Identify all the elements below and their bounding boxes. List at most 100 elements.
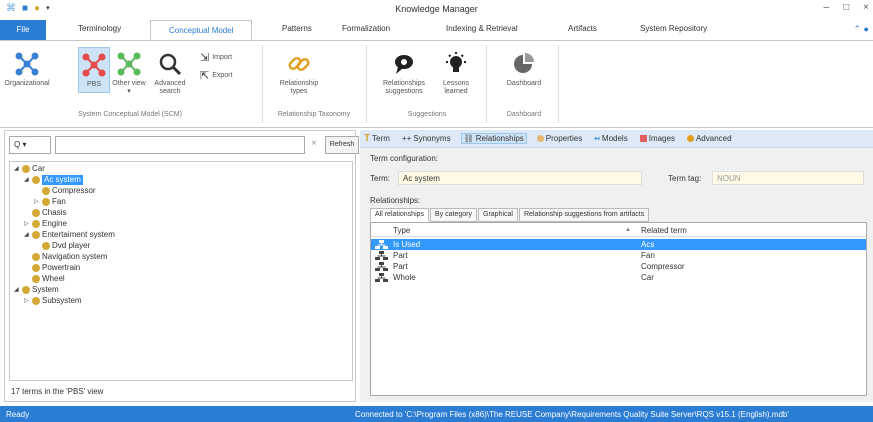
table-row[interactable]: Part Fan xyxy=(371,250,866,261)
tab-by-category[interactable]: By category xyxy=(430,208,477,222)
refresh-button[interactable]: Refresh xyxy=(325,136,359,154)
search-input[interactable] xyxy=(55,136,305,154)
ribbon-tabs: File Terminology Conceptual Model Patter… xyxy=(0,20,873,41)
expand-arrow-icon[interactable]: ◢ xyxy=(24,230,32,240)
relationship-icon xyxy=(375,273,388,282)
relationship-icon xyxy=(375,240,388,249)
tree-node-navigation-system[interactable]: Navigation system xyxy=(24,252,107,262)
table-row[interactable]: Is Used Acs xyxy=(371,239,866,250)
relationships-suggestions-button[interactable]: Relationships suggestions xyxy=(376,51,432,96)
clear-search-icon[interactable]: × xyxy=(311,138,317,149)
group-label-scm: System Conceptual Model (SCM) xyxy=(78,111,182,118)
lessons-learned-button[interactable]: Lessons learned xyxy=(438,51,474,96)
tab-synonyms[interactable]: ++ Synonyms xyxy=(400,134,453,143)
maximize-icon[interactable]: □ xyxy=(843,2,849,13)
lightbulb-icon xyxy=(446,52,466,72)
export-icon: ⇱ xyxy=(200,70,210,82)
expand-arrow-icon[interactable]: ◢ xyxy=(14,285,22,295)
expand-arrow-icon[interactable]: ◢ xyxy=(14,164,22,174)
expand-arrow-icon[interactable]: ▷ xyxy=(34,197,42,207)
row-type: Whole xyxy=(393,273,416,282)
row-type: Part xyxy=(393,251,408,260)
grid-header: Type ▲ Related term xyxy=(371,223,866,237)
tab-models[interactable]: ▪▪ Models xyxy=(592,134,629,143)
term-icon xyxy=(32,275,40,283)
tab-advanced[interactable]: Advanced xyxy=(685,134,734,143)
relationships-label: Relationships: xyxy=(370,196,421,205)
term-tag-field[interactable]: NOUN xyxy=(712,171,864,185)
window-title: Knowledge Manager xyxy=(395,4,478,14)
tree-node-car[interactable]: ◢ Car xyxy=(14,164,45,174)
window-controls: – □ × xyxy=(824,2,869,13)
tab-term[interactable]: T Term xyxy=(362,133,392,144)
minimize-icon[interactable]: – xyxy=(824,2,830,13)
tree-node-entertainment-system[interactable]: ◢ Entertaiment system xyxy=(24,230,115,240)
ribbon-collapse-icon[interactable]: ⌃ ● xyxy=(854,24,869,35)
table-row[interactable]: Whole Car xyxy=(371,272,866,283)
tab-properties[interactable]: Properties xyxy=(535,134,584,143)
expand-arrow-icon[interactable]: ▷ xyxy=(24,219,32,229)
dashboard-label: Dashboard xyxy=(506,80,542,87)
pbs-button[interactable]: PBS xyxy=(78,47,110,93)
pbs-icon xyxy=(82,53,106,77)
term-tabs: T Term ++ Synonyms ⛓ Relationships Prope… xyxy=(360,130,873,148)
tab-terminology[interactable]: Terminology xyxy=(78,24,121,33)
tree-node-system[interactable]: ◢ System xyxy=(14,285,59,295)
tree-node-subsystem[interactable]: ▷ Subsystem xyxy=(24,296,82,306)
tree-node-engine[interactable]: ▷ Engine xyxy=(24,219,67,229)
models-icon: ▪▪ xyxy=(594,134,600,143)
tab-relationship-suggestions[interactable]: Relationship suggestions from artifacts xyxy=(518,208,650,222)
tab-graphical[interactable]: Graphical xyxy=(478,208,518,222)
other-view-icon xyxy=(117,52,141,76)
column-related-term[interactable]: Related term xyxy=(641,226,687,235)
term-icon xyxy=(32,231,40,239)
row-related-term: Compressor xyxy=(641,262,685,271)
tree-node-powertrain[interactable]: Powertrain xyxy=(24,263,80,273)
tree-node-compressor[interactable]: Compressor xyxy=(34,186,96,196)
tab-file[interactable]: File xyxy=(0,20,46,40)
tree-node-chasis[interactable]: Chasis xyxy=(24,208,66,218)
relationships-suggestions-label: Relationships suggestions xyxy=(382,80,426,95)
term-field[interactable]: Ac system xyxy=(398,171,642,185)
tab-artifacts[interactable]: Artifacts xyxy=(568,24,597,33)
close-icon[interactable]: × xyxy=(863,2,869,13)
tab-all-relationships[interactable]: All relationships xyxy=(370,208,430,222)
tab-patterns[interactable]: Patterns xyxy=(282,24,312,33)
tab-images[interactable]: Images xyxy=(638,134,677,143)
dashboard-button[interactable]: Dashboard xyxy=(496,51,552,88)
organizational-button[interactable]: Organizational xyxy=(2,51,52,88)
tab-formalization[interactable]: Formalization xyxy=(342,24,390,33)
images-icon xyxy=(639,135,647,142)
tab-system-repository[interactable]: System Repository xyxy=(640,24,707,33)
import-button[interactable]: ⇲ Import xyxy=(200,51,232,64)
expand-arrow-icon[interactable]: ◢ xyxy=(24,175,32,185)
term-detail-panel: T Term ++ Synonyms ⛓ Relationships Prope… xyxy=(360,130,873,402)
column-type[interactable]: Type xyxy=(393,226,410,235)
term-label: Term: xyxy=(370,174,390,183)
tree-node-ac-system[interactable]: ◢ Ac system xyxy=(24,175,83,185)
row-related-term: Acs xyxy=(641,240,655,249)
tree-node-fan[interactable]: ▷ Fan xyxy=(34,197,66,207)
organizational-label: Organizational xyxy=(4,80,50,87)
other-view-button[interactable]: Other view ▾ xyxy=(112,51,146,96)
tab-conceptual-model[interactable]: Conceptual Model xyxy=(150,20,253,41)
export-button[interactable]: ⇱ Export xyxy=(200,69,232,82)
tree-node-dvd-player[interactable]: Dvd player xyxy=(34,241,90,251)
pie-chart-icon xyxy=(514,53,534,73)
chat-bubble-icon xyxy=(395,55,413,74)
table-row[interactable]: Part Compressor xyxy=(371,261,866,272)
status-text: Ready xyxy=(6,410,30,419)
relationship-types-button[interactable]: Relationship types xyxy=(276,51,322,96)
row-type: Is Used xyxy=(393,240,421,249)
properties-icon xyxy=(536,135,544,142)
pbs-label: PBS xyxy=(86,81,101,88)
tree-node-wheel[interactable]: Wheel xyxy=(24,274,65,284)
tab-relationships[interactable]: ⛓ Relationships xyxy=(460,133,527,144)
advanced-search-button[interactable]: Advanced search xyxy=(150,51,190,96)
expand-arrow-icon[interactable]: ▷ xyxy=(24,296,32,306)
group-label-suggestions: Suggestions xyxy=(407,111,447,118)
search-mode-dropdown[interactable]: Q ▾ xyxy=(9,136,51,154)
tab-indexing-retrieval[interactable]: Indexing & Retrieval xyxy=(446,24,518,33)
relationships-grid: Type ▲ Related term Is Used Acs Part Fan… xyxy=(370,222,867,396)
term-icon: T xyxy=(364,133,371,144)
